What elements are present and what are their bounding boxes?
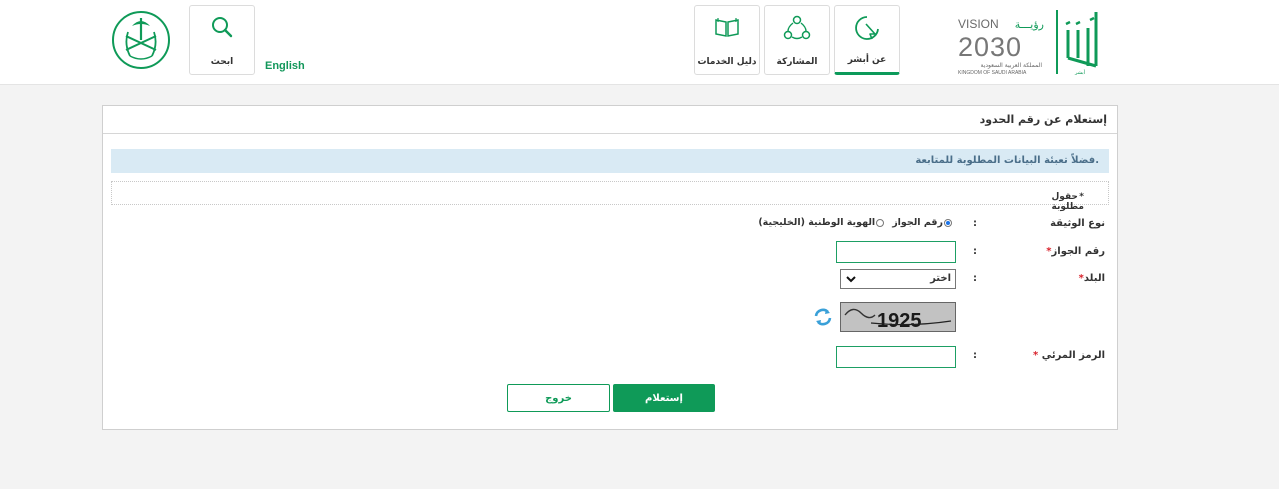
svg-text:المملكة العربية السعودية: المملكة العربية السعودية (980, 62, 1042, 69)
tile-services-guide[interactable]: دليل الخدمات (694, 5, 760, 75)
tile-services-guide-label: دليل الخدمات (697, 57, 757, 67)
panel-title: إستعلام عن رقم الحدود (979, 113, 1107, 126)
passport-colon: : (973, 246, 977, 257)
radio-national-id[interactable]: الهوية الوطنية (الخليجية) (758, 217, 885, 228)
info-banner: فضلاً تعبئة البيانات المطلوبة للمتابعة. (111, 149, 1109, 173)
radio-passport-label: رقم الجواز (892, 217, 943, 228)
captcha-input[interactable] (836, 346, 956, 368)
tile-participation[interactable]: المشاركة (764, 5, 830, 75)
pointer-icon (855, 16, 879, 40)
country-selected-value: اختر (930, 273, 951, 284)
panel-divider (103, 133, 1117, 134)
passport-number-input[interactable] (836, 241, 956, 263)
captcha-text: 1925 (877, 310, 922, 332)
doc-type-label: نوع الوثيقة (1050, 218, 1105, 229)
radio-passport-button[interactable] (944, 218, 952, 227)
captcha-image: 1925 (840, 302, 956, 332)
passport-label: رقم الجواز* (1046, 246, 1105, 257)
search-tile[interactable]: ابحث (189, 5, 255, 75)
exit-button[interactable]: خروج (507, 384, 610, 412)
top-header: ابحث English دليل الخدمات المشاركة عن أب… (0, 0, 1279, 85)
share-icon (783, 15, 811, 40)
absher-logo[interactable]: أبشر (1056, 8, 1102, 76)
book-icon (715, 18, 739, 37)
country-select[interactable]: اختر (840, 269, 956, 289)
svg-text:VISION: VISION (958, 17, 999, 31)
search-tile-label: ابحث (210, 57, 234, 67)
search-icon (212, 17, 233, 38)
radio-passport[interactable]: رقم الجواز (892, 217, 952, 228)
refresh-captcha-icon[interactable] (813, 307, 833, 327)
required-fields-note: * حقول مطلوبة (111, 181, 1109, 212)
captcha-colon: : (973, 350, 977, 361)
country-label: البلد* (1078, 273, 1105, 284)
country-colon: : (973, 273, 977, 284)
svg-text:KINGDOM OF SAUDI ARABIA: KINGDOM OF SAUDI ARABIA (958, 70, 1027, 76)
captcha-label: الرمز المرئي * (1033, 350, 1105, 361)
svg-text:رؤيـــة: رؤيـــة (1015, 18, 1044, 31)
doc-type-radio-group: رقم الجواز الهوية الوطنية (الخليجية) (758, 217, 952, 228)
chevron-down-icon (846, 276, 856, 283)
info-message: فضلاً تعبئة البيانات المطلوبة للمتابعة. (915, 155, 1099, 166)
tile-about-absher-label: عن أبشر (847, 55, 887, 65)
tile-participation-label: المشاركة (776, 57, 818, 67)
svg-text:أبشر: أبشر (1074, 69, 1086, 76)
doc-type-colon: : (973, 218, 977, 229)
tile-about-absher[interactable]: عن أبشر (834, 5, 900, 75)
submit-inquiry-button[interactable]: إستعلام (613, 384, 715, 412)
vision-2030-logo: VISION رؤيـــة 2030 المملكة العربية السع… (958, 17, 1044, 76)
radio-national-id-button[interactable] (876, 218, 885, 227)
svg-text:2030: 2030 (958, 32, 1022, 62)
saudi-emblem-icon[interactable] (110, 10, 172, 70)
required-note-text: حقول مطلوبة (1051, 192, 1085, 212)
english-link[interactable]: English (265, 60, 305, 72)
radio-national-id-label: الهوية الوطنية (الخليجية) (758, 217, 876, 228)
inquiry-panel: إستعلام عن رقم الحدود فضلاً تعبئة البيان… (102, 105, 1118, 430)
